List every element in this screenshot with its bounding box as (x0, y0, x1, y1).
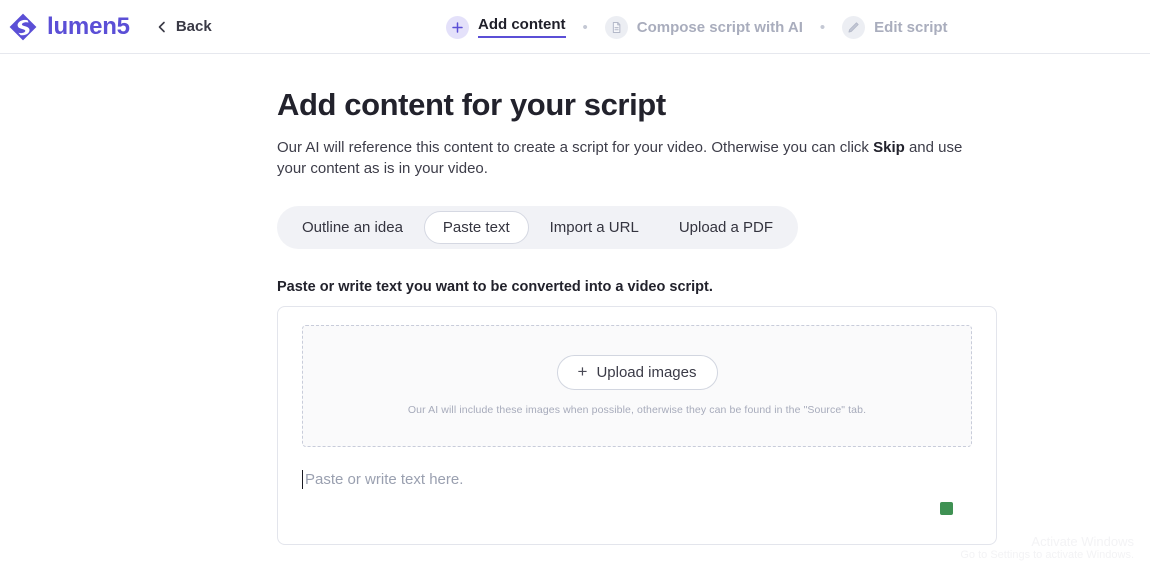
upload-images-button-label: Upload images (596, 364, 697, 382)
step-compose-script-label: Compose script with AI (636, 18, 803, 36)
script-textarea[interactable]: Paste or write text here. (302, 469, 972, 529)
document-icon (604, 15, 628, 39)
tab-paste-text[interactable]: Paste text (423, 210, 529, 244)
lumen5-diamond-logo-icon (8, 12, 38, 42)
tab-outline-an-idea[interactable]: Outline an idea (283, 211, 422, 244)
step-add-content[interactable]: Add content (446, 15, 566, 39)
page-description-skip-keyword: Skip (873, 139, 905, 157)
back-button[interactable]: Back (156, 18, 212, 35)
page-description-part1: Our AI will reference this content to cr… (277, 139, 874, 157)
back-button-label: Back (175, 18, 212, 35)
step-edit-script[interactable]: Edit script (842, 15, 948, 39)
image-dropzone[interactable]: + Upload images Our AI will include thes… (302, 324, 972, 447)
text-caret (302, 469, 303, 489)
brand-name: lumen5 (47, 12, 130, 40)
tab-import-a-url[interactable]: Import a URL (531, 211, 658, 244)
paste-text-editor-card: + Upload images Our AI will include thes… (277, 305, 997, 545)
tab-upload-a-pdf[interactable]: Upload a PDF (660, 211, 792, 244)
pencil-icon (842, 15, 866, 39)
image-dropzone-hint: Our AI will include these images when po… (407, 404, 867, 417)
script-textarea-placeholder: Paste or write text here. (305, 470, 464, 488)
chevron-left-icon (156, 21, 168, 33)
brand-logo[interactable]: lumen5 (8, 12, 130, 42)
content-source-tabs: Outline an idea Paste text Import a URL … (277, 205, 799, 249)
step-edit-script-label: Edit script (874, 18, 948, 36)
step-separator: • (582, 18, 588, 36)
upload-images-button[interactable]: + Upload images (556, 355, 718, 391)
plus-circle-icon (446, 15, 469, 39)
grammar-check-indicator[interactable] (940, 501, 953, 515)
page-description: Our AI will reference this content to cr… (277, 138, 993, 179)
step-add-content-label: Add content (478, 16, 566, 38)
main-content: Add content for your script Our AI will … (0, 54, 1150, 545)
page-title: Add content for your script (277, 87, 666, 122)
paste-text-field-label: Paste or write text you want to be conve… (277, 278, 713, 295)
wizard-steps: Add content • Compose script with AI • E… (446, 0, 948, 54)
plus-icon: + (577, 362, 588, 382)
app-header: lumen5 Back Add content • Compose script… (0, 0, 1150, 54)
step-separator: • (819, 18, 826, 36)
step-compose-script[interactable]: Compose script with AI (604, 15, 803, 39)
watermark-subtitle: Go to Settings to activate Windows. (960, 549, 1134, 561)
